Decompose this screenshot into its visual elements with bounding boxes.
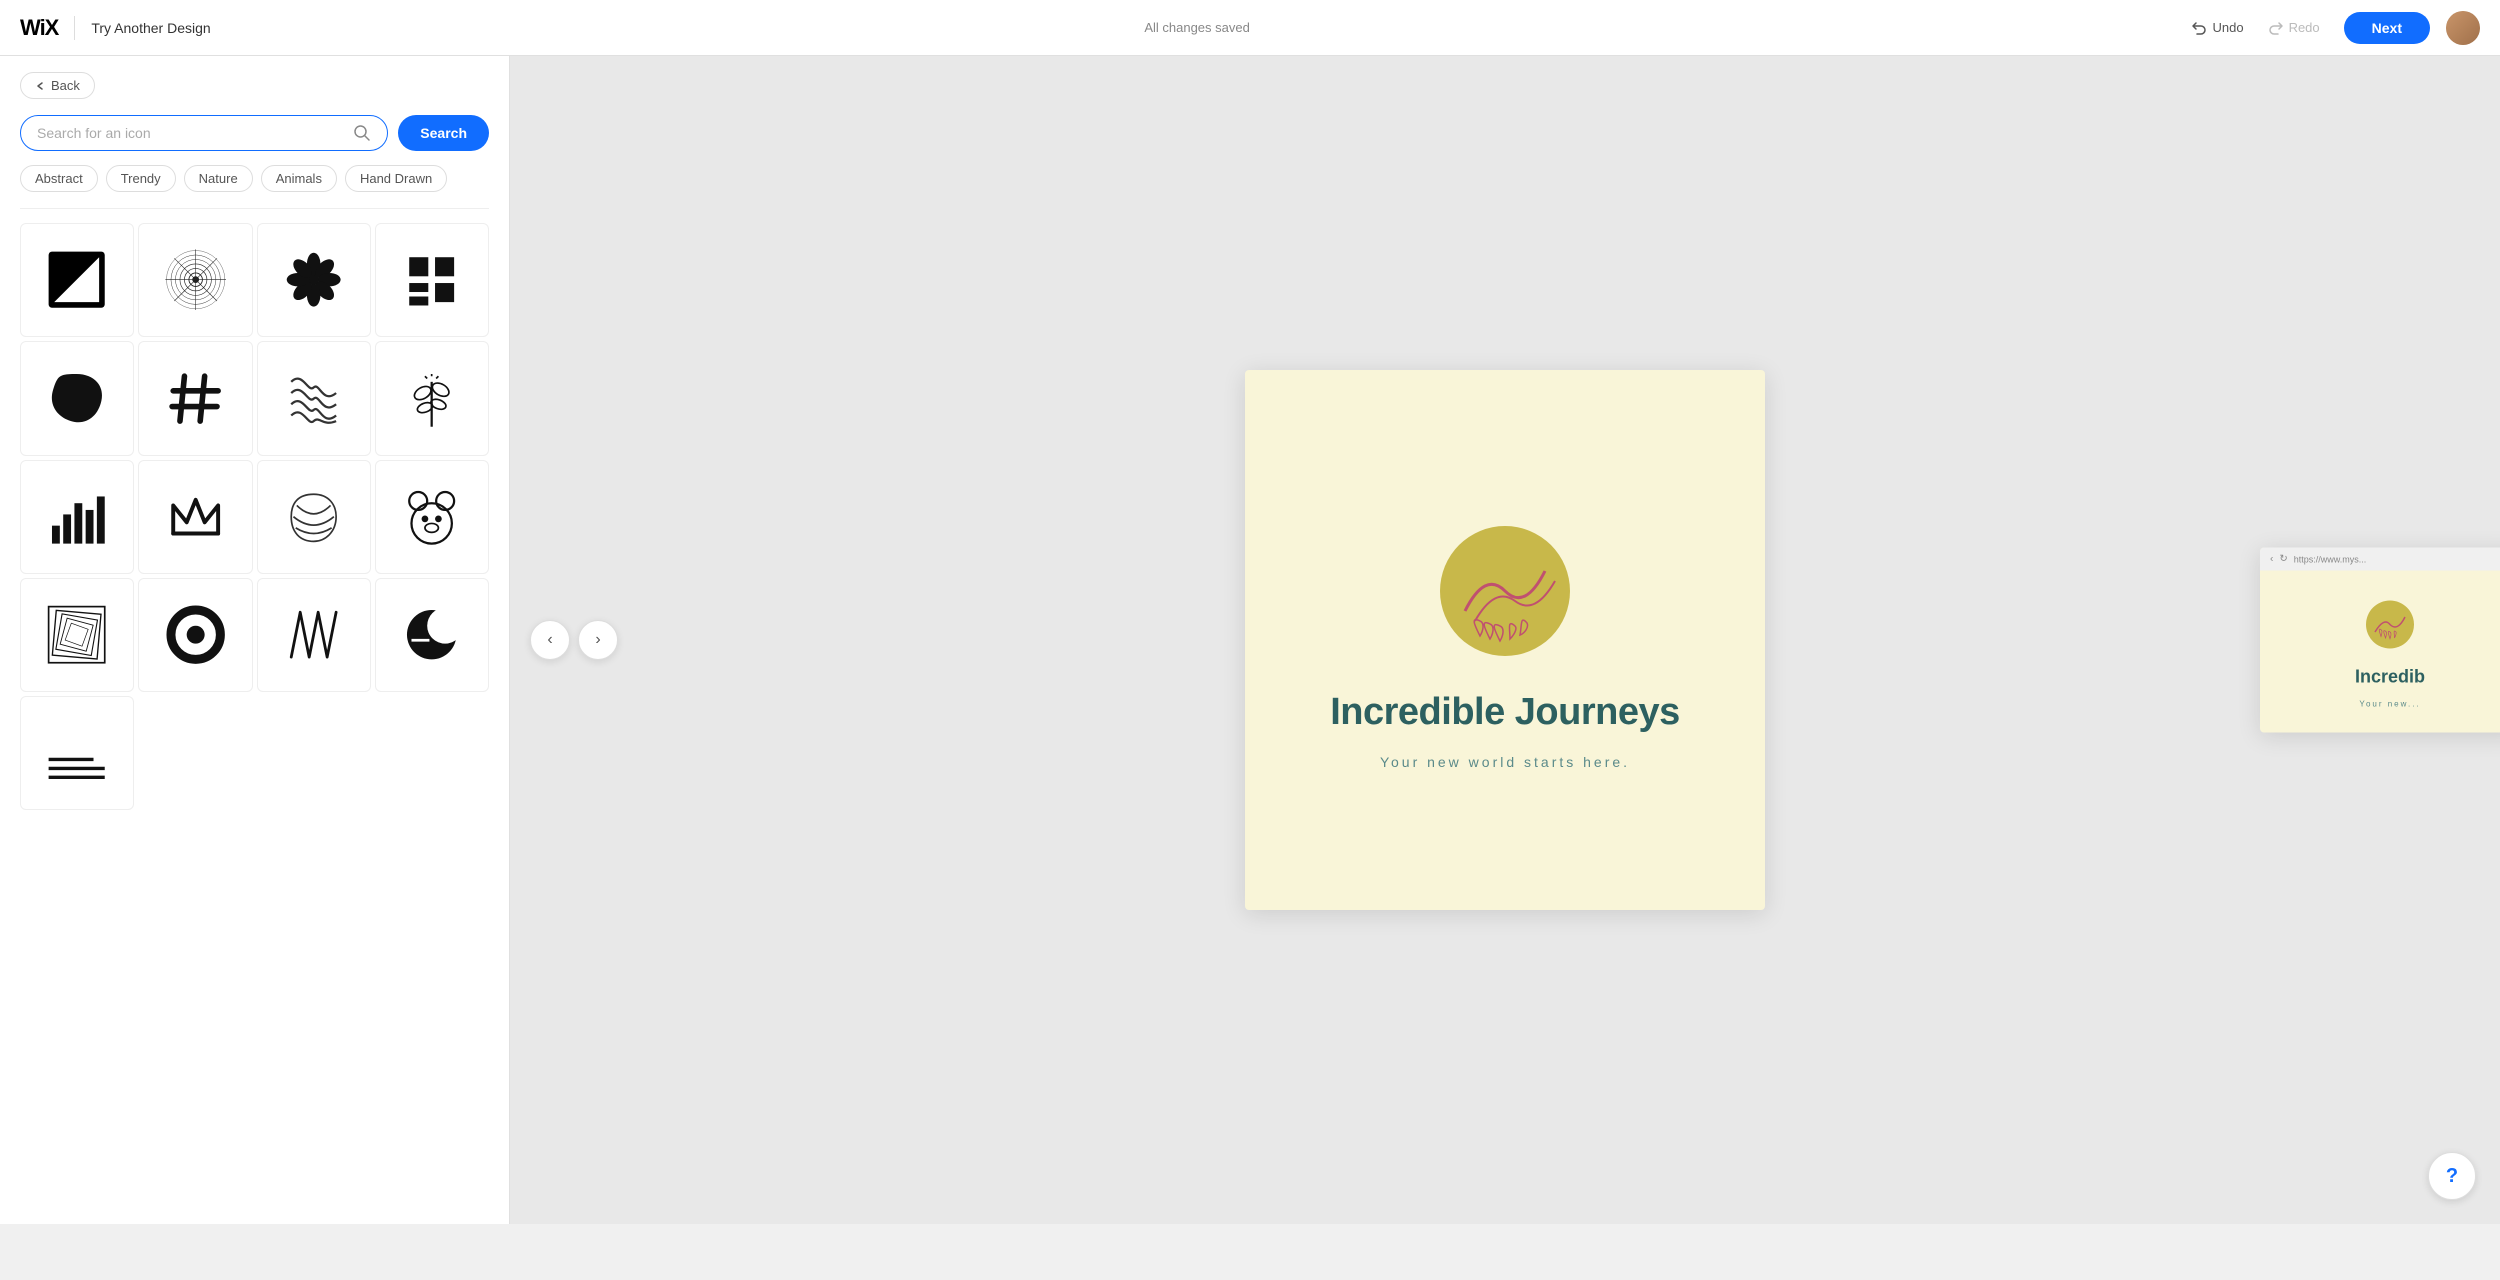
back-button[interactable]: Back bbox=[20, 72, 95, 99]
back-label: Back bbox=[51, 78, 80, 93]
avatar-image bbox=[2446, 11, 2480, 45]
back-arrow-icon: ‹ bbox=[2270, 554, 2273, 565]
icon-cell-wave[interactable] bbox=[257, 341, 371, 455]
refresh-icon: ↻ bbox=[2279, 554, 2287, 565]
icon-cell-grid-squares[interactable] bbox=[375, 223, 489, 337]
icon-cell-triangle[interactable] bbox=[20, 223, 134, 337]
search-input[interactable] bbox=[37, 125, 345, 141]
next-button[interactable]: Next bbox=[2344, 12, 2430, 44]
divider bbox=[20, 208, 489, 209]
search-button[interactable]: Search bbox=[398, 115, 489, 151]
icon-cell-blob[interactable] bbox=[20, 341, 134, 455]
save-status: All changes saved bbox=[1144, 20, 1250, 35]
preview-logo-title: Incredib bbox=[2355, 667, 2425, 688]
url-bar: https://www.mys... bbox=[2294, 554, 2367, 564]
filter-tags: Abstract Trendy Nature Animals Hand Draw… bbox=[20, 165, 489, 192]
redo-button[interactable]: Redo bbox=[2260, 14, 2328, 42]
search-row: Search bbox=[20, 115, 489, 151]
topbar-left: WiX Try Another Design bbox=[20, 15, 211, 41]
filter-nature[interactable]: Nature bbox=[184, 165, 253, 192]
logo-title: Incredible Journeys bbox=[1330, 691, 1680, 734]
icon-cell-circle-rings[interactable] bbox=[138, 578, 252, 692]
icon-cell-scribble[interactable] bbox=[257, 578, 371, 692]
logo-subtitle: Your new world starts here. bbox=[1380, 754, 1630, 770]
preview-logo-sub: Your new... bbox=[2359, 700, 2420, 709]
preview-card: ‹ ↻ https://www.mys... Incredib Your new… bbox=[2260, 548, 2500, 733]
icon-cell-crown[interactable] bbox=[138, 460, 252, 574]
try-another-design-button[interactable]: Try Another Design bbox=[91, 20, 210, 36]
undo-button[interactable]: Undo bbox=[2183, 14, 2251, 42]
icon-cell-bear[interactable] bbox=[375, 460, 489, 574]
undo-redo-group: Undo Redo bbox=[2183, 14, 2327, 42]
icon-cell-flower[interactable] bbox=[257, 223, 371, 337]
undo-icon bbox=[2191, 20, 2207, 36]
search-input-wrap bbox=[20, 115, 388, 151]
back-arrow-icon bbox=[35, 81, 45, 91]
undo-label: Undo bbox=[2212, 20, 2243, 35]
filter-animals[interactable]: Animals bbox=[261, 165, 337, 192]
wix-logo: WiX bbox=[20, 15, 58, 41]
filter-trendy[interactable]: Trendy bbox=[106, 165, 176, 192]
search-icon bbox=[353, 124, 371, 142]
main-layout: Back Search Abstract Trendy Nature Anima… bbox=[0, 56, 2500, 1224]
icon-cell-bars[interactable] bbox=[20, 460, 134, 574]
next-nav-button[interactable]: › bbox=[578, 620, 618, 660]
filter-hand-drawn[interactable]: Hand Drawn bbox=[345, 165, 447, 192]
prev-nav-button[interactable]: ‹ bbox=[530, 620, 570, 660]
icon-cell-lines-bottom[interactable] bbox=[20, 696, 134, 810]
left-panel: Back Search Abstract Trendy Nature Anima… bbox=[0, 56, 510, 1224]
icon-cell-stripes[interactable] bbox=[257, 460, 371, 574]
logo-card: Incredible Journeys Your new world start… bbox=[1245, 370, 1765, 910]
preview-content: Incredib Your new... bbox=[2260, 571, 2500, 733]
icon-cell-spiral-square[interactable] bbox=[20, 578, 134, 692]
avatar[interactable] bbox=[2446, 11, 2480, 45]
canvas-area: ‹ › Incredible Journeys Your new wo bbox=[510, 56, 2500, 1224]
icon-cell-hashtag[interactable] bbox=[138, 341, 252, 455]
redo-icon bbox=[2268, 20, 2284, 36]
icon-cell-plant[interactable] bbox=[375, 341, 489, 455]
icon-cell-sunburst[interactable] bbox=[138, 223, 252, 337]
preview-logo-icon bbox=[2360, 595, 2420, 655]
help-button[interactable]: ? bbox=[2428, 1152, 2476, 1200]
redo-label: Redo bbox=[2289, 20, 2320, 35]
topbar-right: Undo Redo Next bbox=[2183, 11, 2480, 45]
topbar: WiX Try Another Design All changes saved… bbox=[0, 0, 2500, 56]
logo-icon bbox=[1425, 511, 1585, 671]
topbar-divider bbox=[74, 16, 75, 40]
browser-bar: ‹ ↻ https://www.mys... bbox=[2260, 548, 2500, 571]
icon-grid bbox=[20, 223, 489, 810]
filter-abstract[interactable]: Abstract bbox=[20, 165, 98, 192]
icon-cell-moon[interactable] bbox=[375, 578, 489, 692]
